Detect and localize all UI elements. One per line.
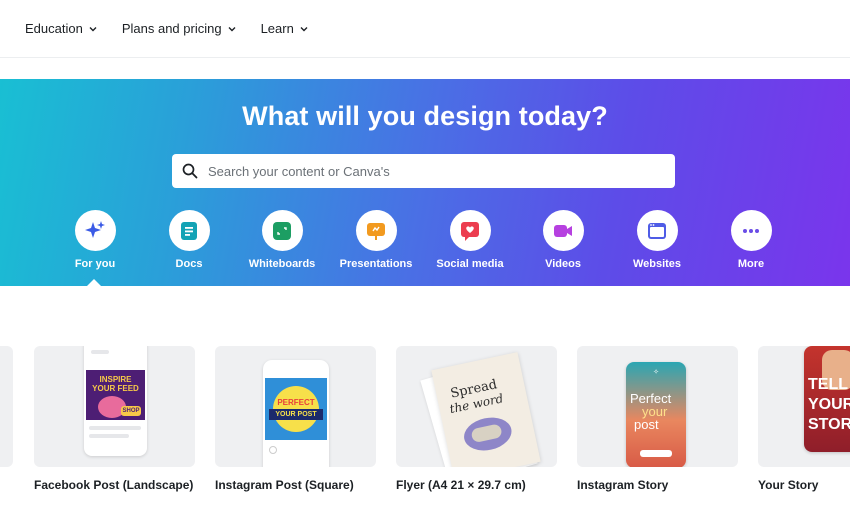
category-videos[interactable]: Videos bbox=[518, 210, 608, 270]
template-title: Instagram Story bbox=[577, 478, 669, 492]
category-websites[interactable]: Websites bbox=[612, 210, 702, 270]
whiteboard-icon bbox=[273, 221, 291, 240]
template-artwork: PERFECT YOUR POST bbox=[265, 378, 327, 440]
search-icon bbox=[182, 163, 198, 179]
art-text: YOUR bbox=[808, 396, 850, 413]
category-label: For you bbox=[74, 258, 116, 270]
website-icon bbox=[648, 222, 666, 239]
chevron-down-icon bbox=[300, 25, 308, 33]
category-label: Videos bbox=[545, 258, 581, 270]
chevron-down-icon bbox=[228, 25, 236, 33]
nav-label: Education bbox=[25, 21, 83, 36]
search-bar[interactable] bbox=[172, 154, 675, 188]
category-social-media[interactable]: Social media bbox=[425, 210, 515, 270]
template-title: Facebook Post (Landscape) bbox=[34, 478, 194, 492]
hero-title: What will you design today? bbox=[242, 101, 608, 131]
template-artwork: Spread the word bbox=[431, 352, 541, 467]
category-label: Presentations bbox=[339, 258, 413, 270]
category-label: More bbox=[737, 258, 765, 270]
template-thumbnail: ✧ Perfect your post bbox=[577, 346, 738, 467]
category-label: Websites bbox=[632, 258, 682, 270]
template-cards: INSPIRE YOUR FEED SHOP Facebook Post (La… bbox=[0, 346, 850, 520]
template-artwork: ✧ Perfect your post bbox=[626, 362, 686, 467]
template-thumbnail bbox=[0, 346, 13, 467]
art-text: TELL bbox=[808, 376, 848, 393]
art-text: YOUR FEED bbox=[92, 384, 139, 393]
docs-icon bbox=[181, 221, 197, 240]
template-artwork: INSPIRE YOUR FEED SHOP bbox=[86, 370, 145, 420]
art-text: INSPIRE bbox=[99, 375, 132, 384]
sparkle-icon bbox=[85, 220, 105, 238]
nav-learn[interactable]: Learn bbox=[261, 21, 308, 36]
template-title: Your Story bbox=[758, 478, 819, 492]
template-card-partial[interactable] bbox=[0, 346, 13, 467]
art-text: SHOP bbox=[121, 406, 141, 416]
nav-plans-and-pricing[interactable]: Plans and pricing bbox=[122, 21, 236, 36]
template-title: Instagram Post (Square) bbox=[215, 478, 354, 492]
category-whiteboards[interactable]: Whiteboards bbox=[237, 210, 327, 270]
search-input[interactable] bbox=[208, 163, 648, 179]
art-text: PERFECT bbox=[277, 398, 315, 407]
template-card-your-story[interactable]: TELL YOUR STORY Your Story bbox=[758, 346, 850, 492]
presentation-icon bbox=[367, 222, 385, 240]
art-text: YOUR POST bbox=[269, 409, 323, 420]
category-label: Social media bbox=[436, 258, 504, 270]
template-card-instagram-story[interactable]: ✧ Perfect your post Instagram Story bbox=[577, 346, 738, 492]
category-presentations[interactable]: Presentations bbox=[331, 210, 421, 270]
template-thumbnail: TELL YOUR STORY bbox=[758, 346, 850, 467]
template-title: Flyer (A4 21 × 29.7 cm) bbox=[396, 478, 526, 492]
hero-banner: What will you design today? For you bbox=[0, 79, 850, 286]
category-more[interactable]: More bbox=[706, 210, 796, 270]
top-nav: Education Plans and pricing Learn bbox=[0, 0, 850, 58]
chevron-down-icon bbox=[89, 25, 97, 33]
template-card-flyer[interactable]: Spread the word Flyer (A4 21 × 29.7 cm) bbox=[396, 346, 557, 492]
nav-label: Plans and pricing bbox=[121, 21, 222, 36]
template-thumbnail: PERFECT YOUR POST bbox=[215, 346, 376, 467]
video-icon bbox=[554, 224, 572, 237]
template-thumbnail: INSPIRE YOUR FEED SHOP bbox=[34, 346, 195, 467]
template-thumbnail: Spread the word bbox=[396, 346, 557, 467]
art-text: STORY bbox=[808, 416, 850, 433]
nav-label: Learn bbox=[260, 21, 294, 36]
template-artwork: TELL YOUR STORY bbox=[804, 346, 850, 452]
art-text: post bbox=[634, 417, 659, 432]
heart-icon bbox=[461, 221, 479, 241]
category-label: Whiteboards bbox=[248, 258, 316, 270]
template-card-instagram-post[interactable]: PERFECT YOUR POST Instagram Post (Square… bbox=[215, 346, 376, 492]
category-for-you[interactable]: For you bbox=[50, 210, 140, 270]
more-icon bbox=[743, 228, 759, 233]
nav-education[interactable]: Education bbox=[25, 21, 97, 36]
category-docs[interactable]: Docs bbox=[144, 210, 234, 270]
category-row: For you Docs Whiteboards Presentations S… bbox=[0, 210, 850, 286]
category-label: Docs bbox=[175, 258, 203, 270]
template-card-facebook-post[interactable]: INSPIRE YOUR FEED SHOP Facebook Post (La… bbox=[34, 346, 195, 492]
active-indicator bbox=[87, 279, 101, 286]
